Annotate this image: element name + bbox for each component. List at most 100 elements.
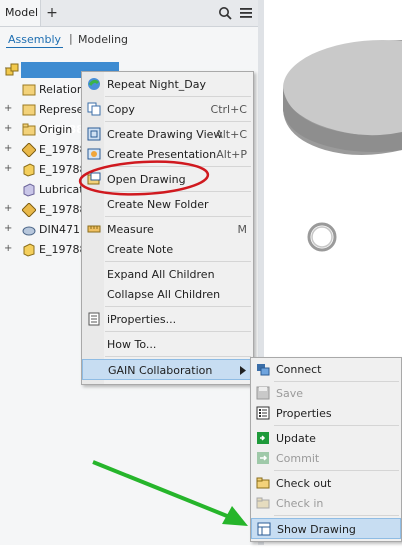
relations-icon (22, 83, 36, 97)
menu-item-gain-collaboration[interactable]: GAIN Collaboration (82, 359, 253, 380)
connect-icon (256, 362, 270, 376)
expand-icon[interactable]: + (4, 103, 12, 114)
expand-icon[interactable]: + (4, 243, 12, 254)
properties-icon (256, 406, 270, 420)
check-in-icon (256, 496, 270, 510)
gain-collaboration-submenu: Connect Save Properties Update Commit Ch… (250, 357, 402, 542)
menu-shortcut: Ctrl+C (210, 103, 247, 116)
update-icon (256, 431, 270, 445)
menu-item-label: Measure (107, 223, 154, 236)
submenu-item-properties[interactable]: Properties (251, 403, 401, 424)
tree-item-label: Lubricati (39, 183, 87, 196)
menu-separator (105, 331, 251, 332)
menu-item-iproperties[interactable]: iProperties... (82, 309, 253, 329)
tab-model[interactable]: Model (0, 0, 41, 26)
menu-item-label: Create Drawing View (107, 128, 223, 141)
open-drawing-icon (87, 172, 101, 186)
menu-item-repeat[interactable]: Repeat Night_Day (82, 74, 253, 94)
copy-icon (87, 102, 101, 116)
menu-item-label: Copy (107, 103, 135, 116)
menu-item-create-new-folder[interactable]: Create New Folder (82, 194, 253, 214)
menu-item-label: Create Presentation (107, 148, 217, 161)
submenu-item-update[interactable]: Update (251, 428, 401, 449)
search-icon[interactable] (216, 0, 234, 26)
origin-folder-icon (22, 123, 36, 137)
menu-item-label: How To... (107, 338, 157, 351)
menu-separator (105, 261, 251, 262)
presentation-icon (87, 147, 101, 161)
commit-icon (256, 451, 270, 465)
tree-item-label: DIN471 (39, 223, 80, 236)
browser-menu-icon[interactable] (237, 0, 255, 26)
menu-item-measure[interactable]: Measure M (82, 219, 253, 239)
submenu-item-label: Connect (276, 363, 322, 376)
menu-item-expand-all-children[interactable]: Expand All Children (82, 264, 253, 284)
menu-separator (105, 191, 251, 192)
submenu-item-label: Check in (276, 497, 324, 510)
view-modeling-tab[interactable]: Modeling (78, 33, 128, 46)
assembly-icon (5, 63, 19, 77)
menu-item-how-to[interactable]: How To... (82, 334, 253, 354)
menu-shortcut: Alt+C (215, 128, 247, 141)
tab-model-label: Model (5, 6, 39, 19)
submenu-item-connect[interactable]: Connect (251, 359, 401, 380)
menu-shortcut: Alt+P (216, 148, 247, 161)
menu-item-collapse-all-children[interactable]: Collapse All Children (82, 284, 253, 304)
view-assembly-tab[interactable]: Assembly (6, 33, 64, 48)
menu-item-create-drawing-view[interactable]: Create Drawing View Alt+C (82, 124, 253, 144)
expand-icon[interactable]: + (4, 203, 12, 214)
expand-icon[interactable]: + (4, 223, 12, 234)
representations-icon (22, 103, 36, 117)
menu-separator (105, 166, 251, 167)
iproperties-icon (87, 312, 101, 326)
measure-icon (87, 222, 101, 236)
menu-item-label: Collapse All Children (107, 288, 221, 301)
add-tab-button[interactable]: + (43, 0, 61, 26)
menu-separator (105, 356, 251, 357)
menu-item-copy[interactable]: Copy Ctrl+C (82, 99, 253, 119)
expand-icon[interactable]: + (4, 143, 12, 154)
lubrication-icon (22, 183, 36, 197)
menu-separator (105, 121, 251, 122)
menu-shortcut: M (237, 223, 248, 236)
check-out-icon (256, 476, 270, 490)
subassembly-icon (21, 142, 37, 158)
menu-separator (105, 216, 251, 217)
expand-icon[interactable]: + (4, 163, 12, 174)
menu-item-label: Create New Folder (107, 198, 209, 211)
menu-item-label: Repeat Night_Day (107, 78, 206, 91)
menu-item-label: Create Note (107, 243, 174, 256)
menu-item-create-note[interactable]: Create Note (82, 239, 253, 259)
repeat-icon (87, 77, 101, 91)
tree-item-label: E_19788 (39, 163, 87, 176)
menu-separator (105, 96, 251, 97)
menu-separator (274, 425, 399, 426)
menu-item-create-presentation[interactable]: Create Presentation Alt+P (82, 144, 253, 164)
submenu-item-commit[interactable]: Commit (251, 448, 401, 469)
submenu-arrow-icon (240, 365, 246, 378)
menu-separator (105, 306, 251, 307)
tree-item-label: Origin (39, 123, 73, 136)
subassembly-icon (21, 202, 37, 218)
view-separator: | (69, 32, 73, 45)
menu-item-label: GAIN Collaboration (108, 364, 213, 377)
show-drawing-icon (257, 522, 271, 536)
menu-separator (274, 381, 399, 382)
submenu-item-show-drawing[interactable]: Show Drawing (251, 518, 401, 539)
menu-separator (274, 515, 399, 516)
submenu-item-save[interactable]: Save (251, 383, 401, 404)
expand-icon[interactable]: + (4, 123, 12, 134)
standard-part-icon (22, 223, 36, 237)
tree-item-label: Relation (39, 83, 84, 96)
menu-item-label: Expand All Children (107, 268, 215, 281)
menu-separator (274, 470, 399, 471)
save-icon (256, 386, 270, 400)
part-icon (22, 243, 36, 257)
submenu-item-check-in[interactable]: Check in (251, 493, 401, 514)
submenu-item-check-out[interactable]: Check out (251, 473, 401, 494)
menu-item-open-drawing[interactable]: Open Drawing (82, 169, 253, 189)
submenu-item-label: Check out (276, 477, 332, 490)
menu-item-label: Open Drawing (107, 173, 186, 186)
menu-item-label: iProperties... (107, 313, 177, 326)
part-icon (22, 163, 36, 177)
